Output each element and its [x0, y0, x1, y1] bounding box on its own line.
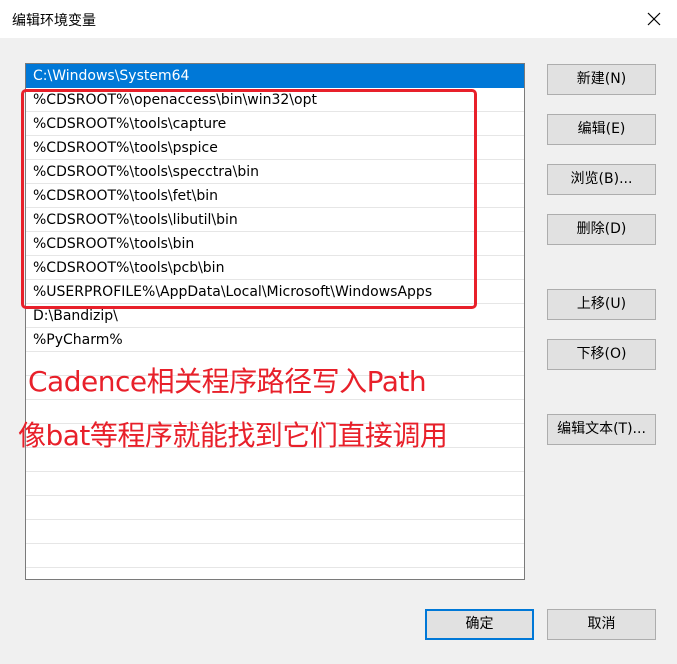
cancel-button[interactable]: 取消	[547, 609, 656, 640]
move-down-button[interactable]: 下移(O)	[547, 339, 656, 370]
edit-button[interactable]: 编辑(E)	[547, 114, 656, 145]
annotation-text-line-1: Cadence相关程序路径写入Path	[28, 365, 427, 398]
list-item[interactable]: C:\Windows\System64	[26, 64, 524, 88]
list-item[interactable]	[26, 496, 524, 520]
list-item[interactable]: %CDSROOT%\tools\capture	[26, 112, 524, 136]
list-item[interactable]: %CDSROOT%\openaccess\bin\win32\opt	[26, 88, 524, 112]
list-item[interactable]: %CDSROOT%\tools\pspice	[26, 136, 524, 160]
edit-text-button[interactable]: 编辑文本(T)...	[547, 414, 656, 445]
close-button[interactable]	[631, 0, 677, 38]
move-up-button[interactable]: 上移(U)	[547, 289, 656, 320]
list-item[interactable]: D:\Bandizip\	[26, 304, 524, 328]
window-title: 编辑环境变量	[12, 13, 96, 29]
title-bar: 编辑环境变量	[0, 0, 677, 38]
list-item[interactable]: %PyCharm%	[26, 328, 524, 352]
list-item[interactable]: %CDSROOT%\tools\specctra\bin	[26, 160, 524, 184]
delete-button[interactable]: 删除(D)	[547, 214, 656, 245]
new-button[interactable]: 新建(N)	[547, 64, 656, 95]
path-list[interactable]: C:\Windows\System64 %CDSROOT%\openaccess\…	[25, 63, 525, 580]
list-item[interactable]	[26, 520, 524, 544]
browse-button[interactable]: 浏览(B)...	[547, 164, 656, 195]
list-item[interactable]	[26, 472, 524, 496]
annotation-text-line-2: 像bat等程序就能找到它们直接调用	[18, 419, 448, 452]
list-item[interactable]: %CDSROOT%\tools\libutil\bin	[26, 208, 524, 232]
list-item[interactable]: %CDSROOT%\tools\fet\bin	[26, 184, 524, 208]
close-icon	[647, 12, 661, 26]
ok-button[interactable]: 确定	[425, 609, 534, 640]
list-item[interactable]: %CDSROOT%\tools\pcb\bin	[26, 256, 524, 280]
list-item[interactable]: %USERPROFILE%\AppData\Local\Microsoft\Wi…	[26, 280, 524, 304]
list-item[interactable]	[26, 544, 524, 568]
list-item[interactable]: %CDSROOT%\tools\bin	[26, 232, 524, 256]
